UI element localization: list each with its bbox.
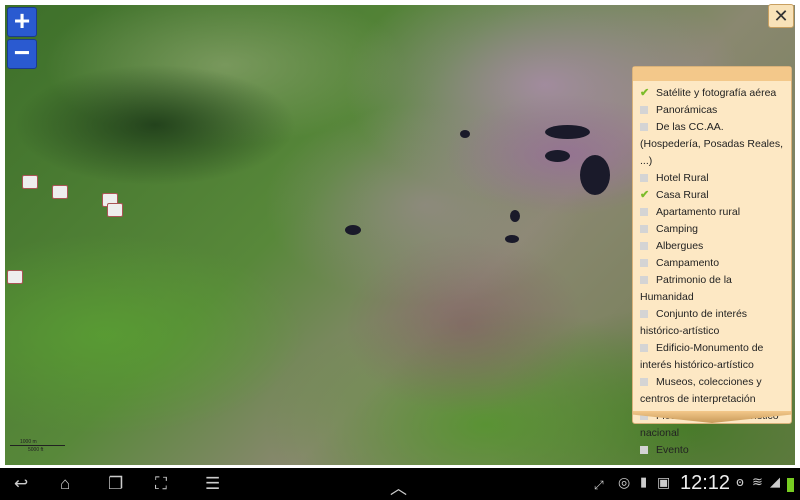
zoom-out-button[interactable]: −	[7, 39, 37, 69]
layer-item[interactable]: Museos, colecciones y centros de interpr…	[640, 374, 787, 408]
sd-card-icon: ▮	[640, 474, 648, 489]
fullscreen-icon: ⤢	[594, 478, 604, 492]
home-icon[interactable]: ⌂	[60, 474, 70, 494]
checkbox-icon[interactable]	[640, 259, 648, 268]
layer-label: Hotel Rural	[656, 172, 709, 184]
checkbox-icon[interactable]	[640, 446, 648, 455]
checkbox-icon[interactable]	[640, 242, 648, 251]
layers-panel: ✔ Satélite y fotografía aérea Panorámicas D…	[632, 66, 792, 456]
layer-label: Campamento	[656, 257, 720, 269]
layer-item[interactable]: Panorámicas	[640, 102, 787, 119]
layer-item[interactable]: Evento	[640, 442, 787, 459]
scale-bar: 1000 m 5000 ft	[10, 437, 65, 457]
image-icon: ▣	[657, 474, 671, 490]
layer-label: Museos, colecciones y centros de interpr…	[640, 376, 762, 405]
layer-label: De las CC.AA. (Hospedería, Posadas Reale…	[640, 121, 783, 167]
layer-label: Albergues	[656, 240, 704, 252]
checkbox-icon[interactable]	[640, 344, 648, 353]
chevron-up-icon[interactable]: ︿	[390, 474, 407, 499]
layer-label: Conjunto de interés histórico-artístico	[640, 308, 748, 337]
casa-rural-marker[interactable]	[22, 175, 38, 189]
layer-item[interactable]: Patrimonio de la Humanidad	[640, 272, 787, 306]
layer-label: Patrimonio de la Humanidad	[640, 274, 732, 303]
checkbox-icon[interactable]	[640, 106, 648, 115]
scale-imperial: 5000 ft	[28, 447, 44, 453]
menu-icon[interactable]: ☰	[205, 474, 220, 494]
casa-rural-marker[interactable]	[52, 185, 68, 199]
layer-item[interactable]: De las CC.AA. (Hospedería, Posadas Reale…	[640, 119, 787, 170]
zoom-in-button[interactable]: +	[7, 7, 37, 37]
lake	[545, 125, 590, 139]
checkbox-icon[interactable]	[640, 174, 648, 183]
checkbox-checked-icon[interactable]: ✔	[640, 88, 649, 99]
lake	[345, 225, 361, 235]
lake	[580, 155, 610, 195]
layer-label: Satélite y fotografía aérea	[656, 87, 777, 99]
clock: 12:12	[680, 472, 731, 494]
casa-rural-marker[interactable]	[7, 270, 23, 284]
screenshot-icon[interactable]: ⛶	[155, 474, 167, 494]
lake	[505, 235, 519, 243]
lake	[460, 130, 470, 138]
battery-icon	[787, 478, 794, 492]
lake	[510, 210, 520, 222]
layer-item[interactable]: Apartamento rural	[640, 204, 787, 221]
layer-item[interactable]: Edificio-Monumento de interés histórico-…	[640, 340, 787, 374]
layer-list: ✔ Satélite y fotografía aérea Panorámicas D…	[633, 81, 791, 459]
checkbox-icon[interactable]	[640, 225, 648, 234]
scale-metric: 1000 m	[20, 439, 37, 445]
layer-label: Camping	[656, 223, 699, 235]
layer-item[interactable]: ✔ Casa Rural	[640, 187, 787, 204]
layer-item[interactable]: Camping	[640, 221, 787, 238]
checkbox-icon[interactable]	[640, 310, 648, 319]
checkbox-icon[interactable]	[640, 378, 648, 387]
layer-item[interactable]: ✔ Satélite y fotografía aérea	[640, 85, 787, 102]
close-button[interactable]: ✕	[768, 4, 794, 28]
signal-icon: ◢	[770, 474, 780, 489]
checkbox-icon[interactable]	[640, 208, 648, 217]
system-bar: ↩ ⌂ ❐ ⛶ ☰ ︿ ⤢ ◎ ▮ ▣ 12:12 ꙩ ≋ ◢	[0, 468, 800, 500]
wifi-icon: ≋	[752, 474, 763, 489]
checkbox-checked-icon[interactable]: ✔	[640, 190, 649, 201]
checkbox-icon[interactable]	[640, 276, 648, 285]
layer-item[interactable]: Hotel Rural	[640, 170, 787, 187]
layer-item[interactable]: Albergues	[640, 238, 787, 255]
lake	[545, 150, 570, 162]
layer-label: Casa Rural	[656, 189, 709, 201]
layer-label: Apartamento rural	[656, 206, 741, 218]
layer-label: Edificio-Monumento de interés histórico-…	[640, 342, 764, 371]
layer-item[interactable]: Conjunto de interés histórico-artístico	[640, 306, 787, 340]
back-icon[interactable]: ↩	[14, 474, 28, 494]
layer-label: Panorámicas	[656, 104, 718, 116]
layer-label: Evento	[656, 444, 689, 456]
panel-header	[633, 67, 791, 81]
checkbox-icon[interactable]	[640, 123, 648, 132]
gps-icon: ◎	[618, 474, 631, 490]
recent-apps-icon[interactable]: ❐	[108, 474, 123, 494]
eye-icon: ꙩ	[736, 474, 744, 489]
casa-rural-marker[interactable]	[107, 203, 123, 217]
layer-item[interactable]: Campamento	[640, 255, 787, 272]
